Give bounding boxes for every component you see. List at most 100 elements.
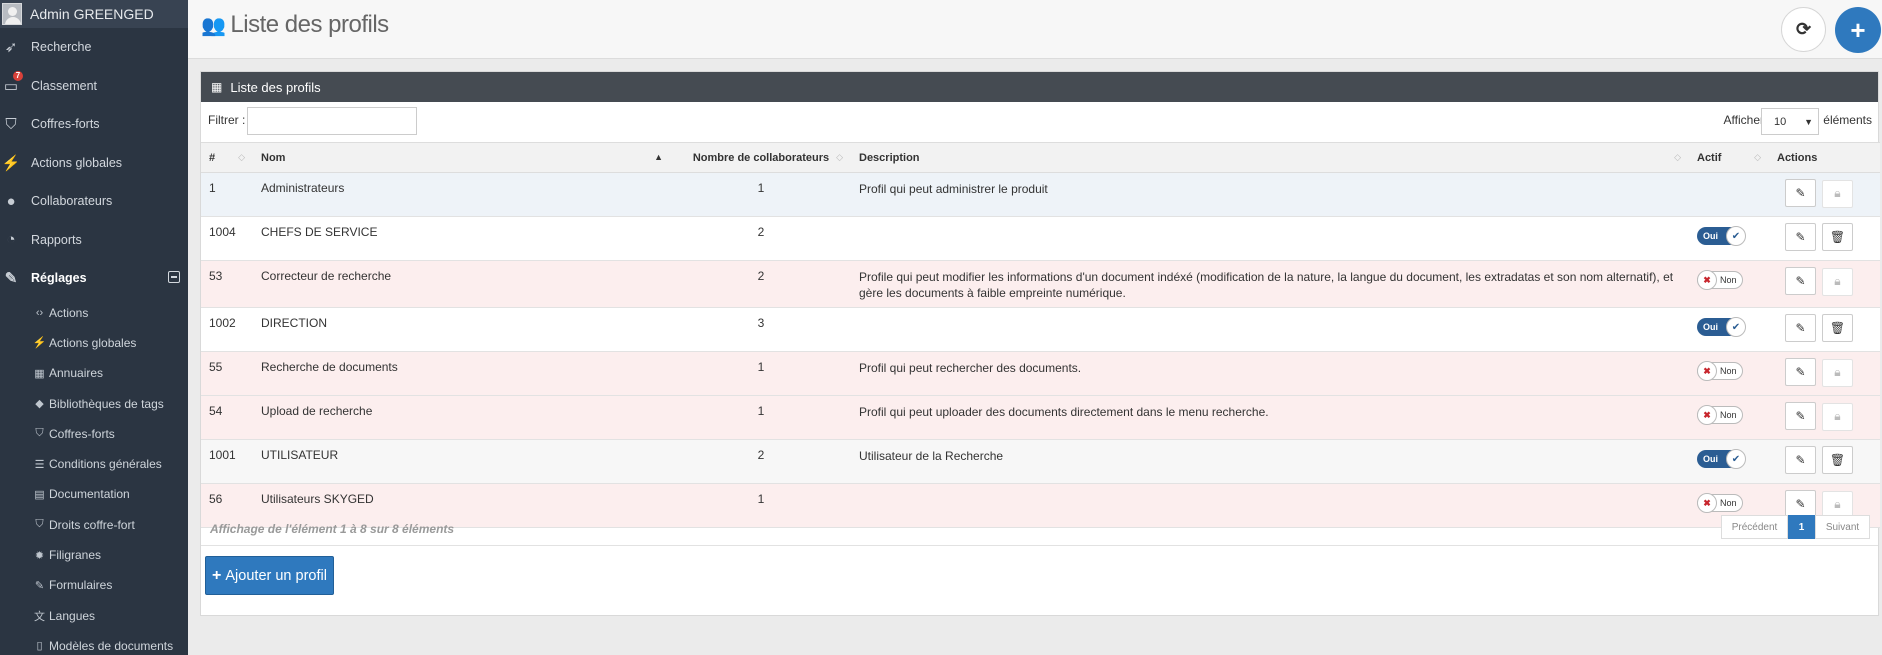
delete-button[interactable]: 🗑︎ <box>1822 314 1853 342</box>
edit-button[interactable]: ✎ <box>1785 446 1816 474</box>
cell-actions: ✎ 🔒︎ <box>1769 173 1880 217</box>
table-footer: Affichage de l'élément 1 à 8 sur 8 éléme… <box>201 510 1878 595</box>
table-icon: ▦ <box>34 367 45 380</box>
active-toggle[interactable]: Oui ✔ <box>1697 317 1746 337</box>
sidebar-item-actions[interactable]: ‹› Actions <box>33 298 188 328</box>
shield-icon: ⛉ <box>35 427 44 440</box>
plus-icon: + <box>212 566 222 584</box>
refresh-button[interactable]: ⟳ <box>1781 7 1826 52</box>
cell-actions: ✎ 🔒︎ <box>1769 396 1880 440</box>
active-toggle[interactable]: ✖ Non <box>1697 405 1743 425</box>
edit-button[interactable]: ✎ <box>1785 223 1816 251</box>
sub-item-label: Formulaires <box>49 578 113 593</box>
cell-id: 54 <box>209 404 223 418</box>
collapse-icon[interactable] <box>168 271 180 283</box>
edit-button[interactable]: ✎ <box>1785 402 1816 430</box>
edit-button[interactable]: ✎ <box>1785 179 1816 207</box>
cell-count: 3 <box>757 316 765 330</box>
table-row[interactable]: 1001 UTILISATEUR 2 Utilisateur de la Rec… <box>201 439 1880 484</box>
active-toggle[interactable]: Oui ✔ <box>1697 449 1746 469</box>
active-toggle[interactable]: Oui ✔ <box>1697 226 1746 246</box>
lock-button: 🔒︎ <box>1822 402 1853 431</box>
next-page-button[interactable]: Suivant <box>1815 515 1870 539</box>
user-bar[interactable]: Admin GREENGED <box>0 0 188 28</box>
nav-item-actions-globales[interactable]: ⚡ Actions globales <box>0 144 188 183</box>
panel-title: Liste des profils <box>230 79 321 95</box>
nav-item-label: Rapports <box>31 232 82 247</box>
edit-button[interactable]: ✎ <box>1785 267 1816 295</box>
edit-button[interactable]: ✎ <box>1785 358 1816 386</box>
sort-icon: ◇ <box>836 152 843 162</box>
sidebar-item-documentation[interactable]: ▤ Documentation <box>33 479 188 509</box>
cell-id: 1004 <box>209 225 236 239</box>
trash-icon: 🗑︎ <box>1829 453 1846 467</box>
sidebar-item-formulaires[interactable]: ✎ Formulaires <box>33 570 188 600</box>
magic-wand-icon: ⚡ <box>1 154 21 172</box>
sidebar-item-coffres-forts[interactable]: ⛉ Coffres-forts <box>33 419 188 449</box>
pagination-info: Affichage de l'élément 1 à 8 sur 8 éléme… <box>210 522 455 536</box>
cell-active: Oui ✔ <box>1689 217 1769 261</box>
previous-page-button[interactable]: Précédent <box>1721 515 1788 539</box>
sidebar-item-filigranes[interactable]: ✹ Filigranes <box>33 540 188 570</box>
table-row[interactable]: 1 Administrateurs 1 Profil qui peut admi… <box>201 172 1880 217</box>
sort-asc-icon: ▲ <box>654 152 663 162</box>
sub-item-label: Documentation <box>49 487 130 502</box>
current-page-button[interactable]: 1 <box>1788 515 1815 539</box>
sidebar-item-annuaires[interactable]: ▦ Annuaires <box>33 358 188 388</box>
column-header-id[interactable]: # ◇ <box>201 143 253 173</box>
table-row[interactable]: 1004 CHEFS DE SERVICE 2 Oui ✔ ✎ 🗑︎ <box>201 216 1880 261</box>
filter-label: Filtrer : <box>208 113 246 127</box>
sidebar: Admin GREENGED ➶ Recherche ▭ 7 Classement… <box>0 0 188 655</box>
check-icon: ✔ <box>1726 449 1746 469</box>
sidebar-item-conditions-generales[interactable]: ☰ Conditions générales <box>33 449 188 479</box>
sub-item-label: Actions <box>49 305 89 320</box>
active-toggle[interactable]: ✖ Non <box>1697 361 1743 381</box>
cell-active: Oui ✔ <box>1689 440 1769 484</box>
sort-icon: ◇ <box>238 152 245 162</box>
edit-button[interactable]: ✎ <box>1785 314 1816 342</box>
cell-description: Profil qui peut uploader des documents d… <box>859 405 1269 419</box>
profiles-table: # ◇ Nom ▲ Nombre de collaborateurs ◇ Descri… <box>201 142 1880 528</box>
shield-icon: ⛉ <box>5 115 17 133</box>
delete-button[interactable]: 🗑︎ <box>1822 446 1853 474</box>
sidebar-item-actions-globales[interactable]: ⚡ Actions globales <box>33 328 188 358</box>
sidebar-item-langues[interactable]: 文 Langues <box>33 600 188 630</box>
table-row[interactable]: 54 Upload de recherche 1 Profil qui peut… <box>201 395 1880 440</box>
add-button[interactable]: + <box>1835 7 1881 53</box>
table-row[interactable]: 53 Correcteur de recherche 2 Profile qui… <box>201 260 1880 308</box>
column-header-description[interactable]: Description ◇ <box>851 143 1689 173</box>
delete-button[interactable]: 🗑︎ <box>1822 223 1853 251</box>
page-size-select[interactable]: 10 ▼ <box>1761 108 1819 135</box>
table-row[interactable]: 1002 DIRECTION 3 Oui ✔ ✎ 🗑︎ <box>201 307 1880 352</box>
page-title-text: Liste des profils <box>230 11 389 38</box>
sub-item-label: Langues <box>49 608 96 623</box>
column-header-active[interactable]: Actif ◇ <box>1689 143 1769 173</box>
sub-item-label: Droits coffre-fort <box>49 517 135 532</box>
sub-item-label: Modèles de documents <box>49 638 174 653</box>
sidebar-item-droits-coffre-fort[interactable]: ⛉ Droits coffre-fort <box>33 510 188 540</box>
nav-item-reglages[interactable]: ✎ Réglages <box>0 259 188 298</box>
nav-item-coffres-forts[interactable]: ⛉ Coffres-forts <box>0 105 188 144</box>
column-header-count[interactable]: Nombre de collaborateurs ◇ <box>671 143 851 173</box>
shield-icon: ⛉ <box>35 518 44 531</box>
nav-item-classement[interactable]: ▭ 7 Classement <box>0 67 188 106</box>
add-profile-button[interactable]: + Ajouter un profil <box>205 556 334 595</box>
trash-icon: 🗑︎ <box>1829 230 1846 244</box>
sub-item-label: Coffres-forts <box>49 426 115 441</box>
sidebar-item-modeles-documents[interactable]: ▯ Modèles de documents <box>33 631 188 655</box>
table-row[interactable]: 55 Recherche de documents 1 Profil qui p… <box>201 351 1880 396</box>
active-toggle[interactable]: ✖ Non <box>1697 270 1743 290</box>
column-label: Actions <box>1777 151 1818 164</box>
user-name: Admin GREENGED <box>30 6 154 22</box>
sidebar-item-bibliotheques-tags[interactable]: ◆ Bibliothèques de tags <box>33 388 188 418</box>
cell-active: ✖ Non <box>1689 261 1769 308</box>
filter-input[interactable] <box>247 107 417 135</box>
column-header-name[interactable]: Nom ▲ <box>253 143 671 173</box>
nav-item-recherche[interactable]: ➶ Recherche <box>0 28 188 67</box>
cell-name: Upload de recherche <box>261 404 373 418</box>
nav-item-rapports[interactable]: ◔ Rapports <box>0 221 188 260</box>
avatar <box>2 3 22 25</box>
nav-item-collaborateurs[interactable]: ● Collaborateurs <box>0 182 188 221</box>
tags-icon: ◆ <box>35 398 44 411</box>
cell-actions: ✎ 🗑︎ <box>1769 217 1880 261</box>
